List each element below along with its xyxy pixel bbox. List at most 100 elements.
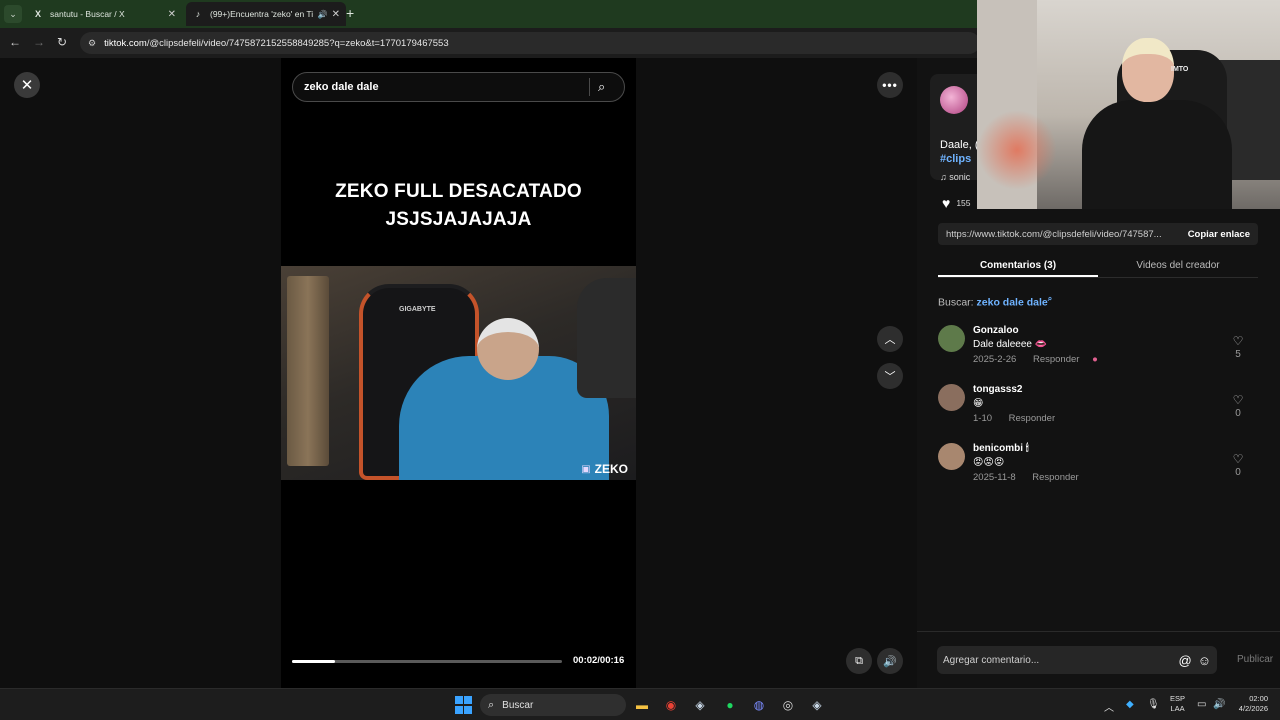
comment-text: Dale daleeee 👄 bbox=[973, 339, 1048, 350]
network-icon[interactable]: ▭ bbox=[1197, 699, 1206, 710]
reply-button[interactable]: Responder bbox=[1033, 354, 1079, 365]
site-info-icon[interactable]: ⚙ bbox=[88, 38, 96, 49]
comment-meta: 2025-11-8 Responder bbox=[973, 472, 1079, 483]
webcam-person-face bbox=[1122, 38, 1174, 102]
webcam-shirt-text: IMTO bbox=[1171, 66, 1189, 73]
url-text: tiktok.com/@clipsdefeli/video/7475872152… bbox=[104, 37, 449, 49]
comment-search-line: Buscar: zeko dale dale⌕ bbox=[938, 294, 1052, 309]
reload-icon[interactable]: ↻ bbox=[57, 35, 67, 49]
language-indicator[interactable]: ESP LAA bbox=[1170, 694, 1185, 714]
tiktok-logo-icon: ♪ bbox=[195, 9, 201, 19]
panel-tabs: Comentarios (3) Videos del creador bbox=[938, 252, 1258, 278]
comment-like-icon[interactable]: ♡ bbox=[1228, 452, 1248, 466]
commenter-avatar[interactable] bbox=[938, 443, 965, 470]
volume-button[interactable]: 🔊 bbox=[877, 648, 903, 674]
tab-x-search[interactable]: X santutu - Buscar / X ✕ bbox=[26, 2, 182, 26]
music-link[interactable]: ♫ sonic bbox=[940, 172, 970, 182]
commenter-avatar[interactable] bbox=[938, 384, 965, 411]
like-button[interactable]: ♥ 155 bbox=[942, 195, 971, 211]
tab-comments[interactable]: Comentarios (3) bbox=[938, 252, 1098, 277]
new-tab-button[interactable]: + bbox=[346, 5, 354, 21]
comment-like-count: 0 bbox=[1235, 408, 1241, 419]
commenter-name[interactable]: benicombi 🕯 bbox=[973, 443, 1029, 454]
reply-button[interactable]: Responder bbox=[1032, 472, 1078, 483]
search-label: Buscar: bbox=[938, 296, 974, 309]
progress-fill bbox=[292, 660, 336, 663]
app-icon[interactable]: ◎ bbox=[779, 696, 797, 714]
previous-video-button[interactable]: ︿ bbox=[877, 326, 903, 352]
video-progress-bar[interactable] bbox=[292, 660, 562, 663]
comment-like-count: 5 bbox=[1235, 349, 1241, 360]
comment-text: 😁 bbox=[973, 398, 984, 409]
audio-playing-icon[interactable]: 🔊 bbox=[318, 10, 328, 19]
heart-icon[interactable]: ♥ bbox=[942, 195, 950, 211]
video-time: 00:02/00:16 bbox=[573, 655, 625, 666]
commenter-name[interactable]: Gonzaloo bbox=[973, 325, 1019, 336]
tab-search-menu-button[interactable]: ⌄ bbox=[4, 5, 22, 23]
steam-alt-icon[interactable]: ◈ bbox=[808, 696, 826, 714]
tab-creator-videos[interactable]: Videos del creador bbox=[1098, 252, 1258, 277]
comment-like-icon[interactable]: ♡ bbox=[1228, 393, 1248, 407]
comment-date: 1-10 bbox=[973, 413, 993, 424]
tab-tiktok[interactable]: ♪ (99+)Encuentra 'zeko' en Ti 🔊 ✕ bbox=[186, 2, 346, 26]
next-video-button[interactable]: ﹀ bbox=[877, 363, 903, 389]
commenter-name[interactable]: tongasss2 bbox=[973, 384, 1022, 395]
webcam-light-glow bbox=[977, 110, 1057, 190]
reply-button[interactable]: Responder bbox=[1009, 413, 1055, 424]
twitch-watermark: ▣ ZEKO bbox=[581, 462, 628, 476]
search-input[interactable]: zeko dale dale bbox=[304, 81, 589, 93]
taskbar-search-label: Buscar bbox=[502, 699, 534, 711]
windows-start-icon[interactable] bbox=[454, 696, 472, 714]
tray-app-icon[interactable]: ◆ bbox=[1126, 699, 1134, 710]
music-note-icon: ♫ bbox=[940, 172, 950, 182]
tab-title: (99+)Encuentra 'zeko' en Ti bbox=[210, 9, 314, 19]
forward-arrow-icon[interactable]: → bbox=[33, 35, 45, 49]
system-clock[interactable]: 02:00 4/2/2026 bbox=[1232, 694, 1268, 714]
emoji-icon[interactable]: ☺ bbox=[1198, 653, 1211, 668]
comment-meta: 1-10 Responder bbox=[973, 413, 1055, 424]
copy-link-button[interactable]: Copiar enlace bbox=[1188, 229, 1250, 240]
file-explorer-icon[interactable]: ▬ bbox=[633, 696, 651, 714]
share-link-text[interactable]: https://www.tiktok.com/@clipsdefeli/vide… bbox=[946, 229, 1182, 240]
microphone-icon[interactable]: 🎙 bbox=[1147, 699, 1160, 710]
commenter-avatar[interactable] bbox=[938, 325, 965, 352]
search-divider bbox=[589, 78, 590, 96]
taskbar-search[interactable]: ⌕ Buscar bbox=[480, 694, 626, 716]
speaker-icon[interactable]: 🔊 bbox=[1213, 699, 1225, 710]
close-tab-icon[interactable]: ✕ bbox=[168, 9, 176, 20]
floating-player-button[interactable]: ⧉ bbox=[846, 648, 872, 674]
video-search-bar[interactable]: zeko dale dale ⌕ bbox=[292, 72, 625, 102]
search-icon[interactable]: ⌕ bbox=[598, 79, 624, 95]
search-icon: ⌕ bbox=[488, 698, 495, 711]
author-avatar[interactable] bbox=[940, 86, 968, 114]
chrome-icon[interactable]: ◉ bbox=[662, 696, 680, 714]
steam-icon[interactable]: ◈ bbox=[691, 696, 709, 714]
tray-expand-icon[interactable]: ︿ bbox=[1104, 699, 1114, 714]
comment-input[interactable]: Agregar comentario... @ ☺ bbox=[937, 646, 1217, 674]
search-small-icon: ⌕ bbox=[1047, 294, 1053, 303]
close-tab-icon[interactable]: ✕ bbox=[332, 9, 340, 20]
x-logo-icon: X bbox=[34, 9, 41, 19]
streamer-head bbox=[477, 318, 539, 380]
more-options-button[interactable]: ••• bbox=[877, 72, 903, 98]
publish-button[interactable]: Publicar bbox=[1237, 654, 1273, 665]
video-description: Daale, ( bbox=[940, 139, 979, 151]
webcam-overlay: IMTO bbox=[977, 0, 1280, 209]
video-player[interactable]: zeko dale dale ⌕ ZEKO FULL DESACATADO JS… bbox=[281, 58, 636, 688]
chair-brand-text: GIGABYTE bbox=[399, 306, 436, 313]
stone-pillar bbox=[287, 276, 329, 466]
spotify-icon[interactable]: ● bbox=[721, 696, 739, 714]
comment-like-icon[interactable]: ♡ bbox=[1228, 334, 1248, 348]
search-term-link[interactable]: zeko dale dale bbox=[977, 297, 1048, 309]
hashtag-link[interactable]: #clips bbox=[940, 153, 971, 165]
webcam-person-torso bbox=[1082, 100, 1232, 209]
comment-placeholder: Agregar comentario... bbox=[943, 654, 1040, 666]
twitch-icon: ▣ bbox=[581, 463, 591, 475]
close-video-button[interactable]: ✕ bbox=[14, 72, 40, 98]
back-arrow-icon[interactable]: ← bbox=[9, 35, 21, 49]
url-input[interactable]: ⚙ tiktok.com/@clipsdefeli/video/74758721… bbox=[80, 32, 980, 54]
discord-icon[interactable]: ◍ bbox=[750, 696, 768, 714]
comment-like-count: 0 bbox=[1235, 467, 1241, 478]
comment-meta: 2025-2-26 Responder ● bbox=[973, 354, 1098, 365]
mention-icon[interactable]: @ bbox=[1179, 653, 1192, 668]
